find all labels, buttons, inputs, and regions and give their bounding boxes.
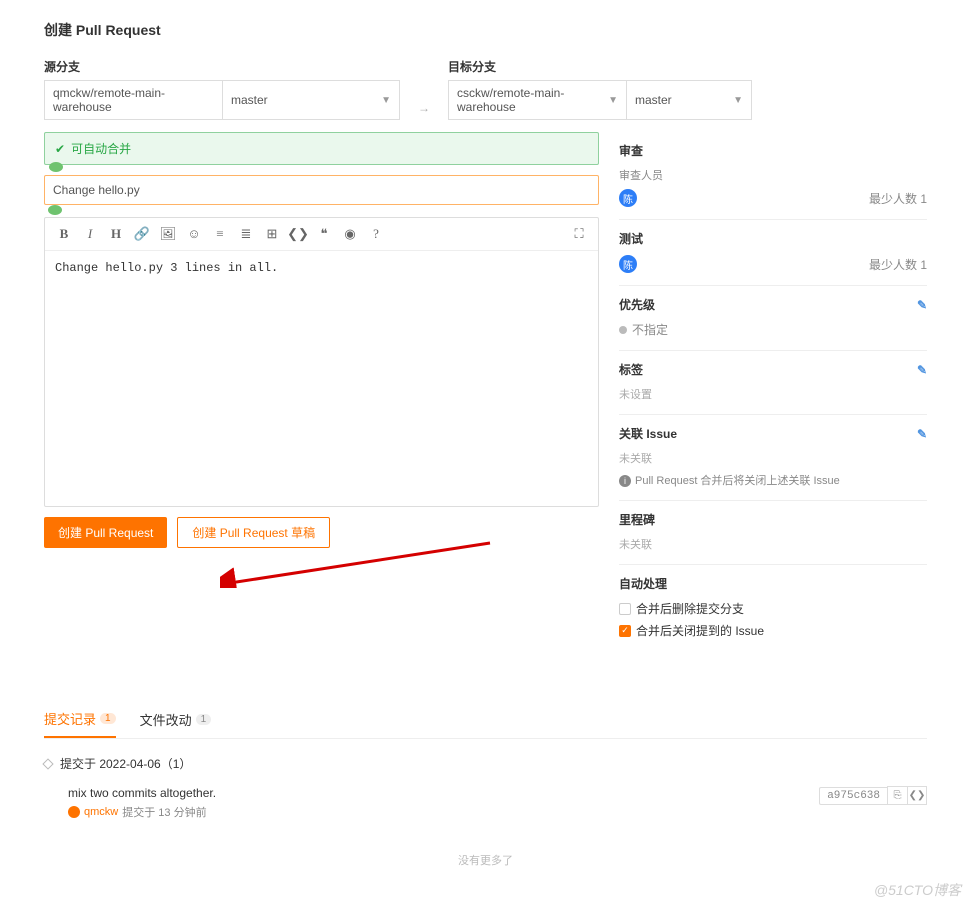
branch-selector-row: 源分支 qmckw/remote-main-warehouse master▼ … bbox=[44, 58, 927, 120]
unordered-list-icon[interactable]: ≣ bbox=[235, 223, 257, 245]
arrow-right-icon: → bbox=[412, 96, 436, 120]
edit-icon[interactable]: ✎ bbox=[917, 427, 927, 441]
commit-row: mix two commits altogether. qmckw 提交于 13… bbox=[44, 778, 927, 828]
code-icon[interactable]: ❮❯ bbox=[287, 223, 309, 245]
commit-user-link[interactable]: qmckw bbox=[84, 806, 118, 818]
table-icon[interactable]: ⊞ bbox=[261, 223, 283, 245]
source-repo-select[interactable]: qmckw/remote-main-warehouse bbox=[44, 80, 222, 120]
italic-icon[interactable]: I bbox=[79, 223, 101, 245]
ordered-list-icon[interactable]: ≡ bbox=[209, 223, 231, 245]
image-icon[interactable]: 🖼 bbox=[157, 223, 179, 245]
copy-sha-icon[interactable]: ⎘ bbox=[887, 786, 907, 805]
dot-icon bbox=[619, 326, 627, 334]
edit-icon[interactable]: ✎ bbox=[917, 363, 927, 377]
delete-branch-checkbox[interactable]: 合并后删除提交分支 bbox=[619, 600, 927, 617]
source-branch-label: 源分支 bbox=[44, 58, 400, 75]
fullscreen-icon[interactable]: ⛶ bbox=[568, 223, 590, 245]
close-issue-checkbox[interactable]: ✓合并后关闭提到的 Issue bbox=[619, 622, 927, 639]
diamond-icon bbox=[42, 758, 53, 769]
min-reviewers: 最少人数 1 bbox=[869, 190, 927, 207]
highlight-bubble-icon bbox=[48, 205, 62, 215]
target-repo-select[interactable]: csckw/remote-main-warehouse▼ bbox=[448, 80, 626, 120]
user-avatar-icon bbox=[68, 806, 80, 818]
chevron-down-icon: ▼ bbox=[733, 95, 743, 106]
no-more-text: 没有更多了 bbox=[44, 838, 927, 882]
milestone-section: 里程碑 未关联 bbox=[619, 501, 927, 565]
browse-code-icon[interactable]: ❮❯ bbox=[907, 786, 927, 805]
emoji-icon[interactable]: ☺ bbox=[183, 223, 205, 245]
pr-title-input[interactable] bbox=[44, 175, 599, 205]
pr-body-textarea[interactable]: Change hello.py 3 lines in all. bbox=[45, 251, 598, 506]
priority-section: 优先级✎ 不指定 bbox=[619, 286, 927, 351]
issue-section: 关联 Issue✎ 未关联 iPull Request 合并后将关闭上述关联 I… bbox=[619, 415, 927, 501]
quote-icon[interactable]: ❝ bbox=[313, 223, 335, 245]
create-draft-button[interactable]: 创建 Pull Request 草稿 bbox=[177, 517, 330, 548]
reviewer-avatar[interactable]: 陈 bbox=[619, 189, 637, 207]
target-branch-select[interactable]: master▼ bbox=[626, 80, 752, 120]
merge-status-banner: ✔ 可自动合并 bbox=[44, 132, 599, 165]
source-branch-select[interactable]: master▼ bbox=[222, 80, 400, 120]
preview-icon[interactable]: ◉ bbox=[339, 223, 361, 245]
highlight-bubble-icon bbox=[49, 162, 63, 172]
editor-toolbar: B I H 🔗 🖼 ☺ ≡ ≣ ⊞ ❮❯ ❝ ◉ ? ⛶ bbox=[45, 218, 598, 251]
tags-section: 标签✎ 未设置 bbox=[619, 351, 927, 415]
tab-files[interactable]: 文件改动1 bbox=[140, 701, 212, 738]
check-circle-icon: ✔ bbox=[55, 142, 65, 156]
tester-avatar[interactable]: 陈 bbox=[619, 255, 637, 273]
chevron-down-icon: ▼ bbox=[608, 95, 618, 106]
chevron-down-icon: ▼ bbox=[381, 95, 391, 106]
page-title: 创建 Pull Request bbox=[44, 20, 927, 40]
commit-sha[interactable]: a975c638 bbox=[819, 787, 887, 805]
bold-icon[interactable]: B bbox=[53, 223, 75, 245]
review-section: 审查 审查人员 陈 最少人数 1 bbox=[619, 132, 927, 220]
tab-commits[interactable]: 提交记录1 bbox=[44, 701, 116, 738]
commit-message: mix two commits altogether. bbox=[68, 786, 216, 800]
tabs: 提交记录1 文件改动1 bbox=[44, 701, 927, 739]
editor: B I H 🔗 🖼 ☺ ≡ ≣ ⊞ ❮❯ ❝ ◉ ? ⛶ Change hell bbox=[44, 217, 599, 507]
info-icon: i bbox=[619, 475, 631, 487]
target-branch-label: 目标分支 bbox=[448, 58, 752, 75]
min-testers: 最少人数 1 bbox=[869, 256, 927, 273]
create-pr-button[interactable]: 创建 Pull Request bbox=[44, 517, 167, 548]
auto-section: 自动处理 合并后删除提交分支 ✓合并后关闭提到的 Issue bbox=[619, 565, 927, 651]
heading-icon[interactable]: H bbox=[105, 223, 127, 245]
test-section: 测试 陈 最少人数 1 bbox=[619, 220, 927, 286]
commit-group-header[interactable]: 提交于 2022-04-06（1） bbox=[44, 749, 927, 778]
help-icon[interactable]: ? bbox=[365, 223, 387, 245]
watermark: @51CTO博客 bbox=[874, 880, 961, 900]
edit-icon[interactable]: ✎ bbox=[917, 298, 927, 312]
link-icon[interactable]: 🔗 bbox=[131, 223, 153, 245]
